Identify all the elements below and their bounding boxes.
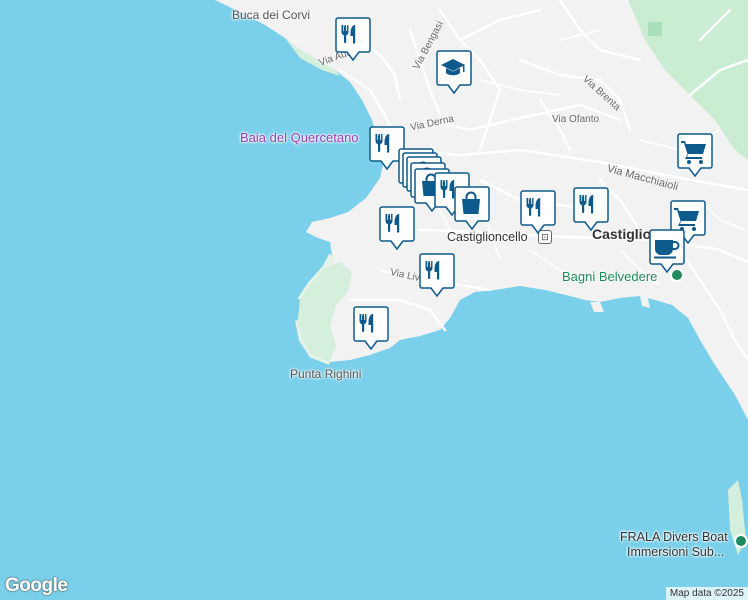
place-label-baia-del-quercetano[interactable]: Baia del Quercetano xyxy=(240,130,359,145)
map-canvas[interactable] xyxy=(0,0,748,600)
place-label-buca-dei-corvi[interactable]: Buca dei Corvi xyxy=(232,8,310,22)
map-marker-cafe[interactable] xyxy=(649,229,685,275)
map-attribution[interactable]: Map data ©2025 xyxy=(665,587,748,600)
place-label-castiglioncello-station[interactable]: Castiglioncello xyxy=(447,230,528,244)
place-label-punta-righini[interactable]: Punta Righini xyxy=(290,367,361,381)
map-marker-restaurant[interactable] xyxy=(573,187,609,233)
harbour-pier xyxy=(590,302,604,312)
fork-knife-icon xyxy=(573,187,609,232)
place-label-frala-line1[interactable]: FRALA Divers Boat xyxy=(620,530,728,544)
road-label-via-ofanto: Via Ofanto xyxy=(552,114,600,125)
shopping-bag-icon xyxy=(454,186,490,231)
fork-knife-icon xyxy=(353,306,389,351)
map-marker-restaurant[interactable] xyxy=(520,190,556,236)
map-marker-restaurant[interactable] xyxy=(335,17,371,63)
fork-knife-icon xyxy=(520,190,556,235)
map-marker-grocery[interactable] xyxy=(677,133,713,179)
place-label-bagni-belvedere[interactable]: Bagni Belvedere xyxy=(562,269,657,284)
fork-knife-icon xyxy=(335,17,371,62)
map-marker-restaurant[interactable] xyxy=(353,306,389,352)
map-marker-restaurant[interactable] xyxy=(379,206,415,252)
graduation-cap-icon xyxy=(436,50,472,95)
park-green-spot xyxy=(648,22,662,36)
place-label-frala-line2[interactable]: Immersioni Sub... xyxy=(627,545,724,559)
coffee-cup-icon xyxy=(649,229,685,274)
dive-center-pin-icon[interactable] xyxy=(734,534,748,548)
map-marker-school[interactable] xyxy=(436,50,472,96)
shopping-cart-icon xyxy=(677,133,713,178)
google-logo: Google xyxy=(5,575,68,596)
fork-knife-icon xyxy=(379,206,415,251)
fork-knife-icon xyxy=(419,253,455,298)
map-marker-restaurant[interactable] xyxy=(419,253,455,299)
map-marker-shopping[interactable] xyxy=(454,186,490,232)
